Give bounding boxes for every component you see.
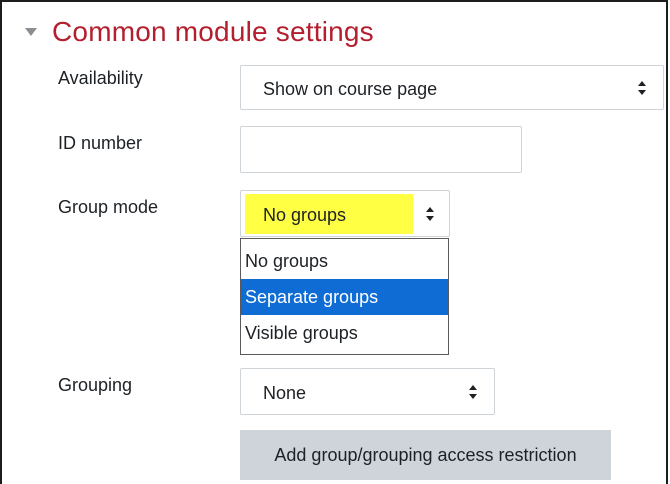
group-mode-label: Group mode: [58, 197, 159, 217]
id-number-input[interactable]: [240, 126, 522, 173]
group-mode-option-no-groups[interactable]: No groups: [241, 243, 448, 279]
add-restriction-button[interactable]: Add group/grouping access restriction: [240, 430, 611, 480]
select-arrows-icon: [637, 80, 647, 96]
select-arrows-icon: [468, 384, 478, 400]
section-title: Common module settings: [52, 16, 374, 47]
select-arrows-icon: [425, 206, 435, 222]
group-mode-select[interactable]: No groups: [240, 190, 450, 237]
group-mode-select-value: No groups: [263, 204, 347, 225]
caret-down-icon[interactable]: [22, 23, 40, 41]
section-header-toggle[interactable]: Common module settings: [22, 12, 374, 52]
availability-label: Availability: [58, 68, 143, 88]
grouping-select-value: None: [263, 382, 307, 403]
group-mode-dropdown-list[interactable]: No groups Separate groups Visible groups: [240, 238, 449, 355]
group-mode-option-separate-groups[interactable]: Separate groups: [241, 279, 448, 315]
grouping-select[interactable]: None: [240, 368, 495, 415]
availability-select-value: Show on course page: [263, 78, 438, 99]
grouping-label: Grouping: [58, 375, 133, 395]
id-number-label: ID number: [58, 133, 143, 153]
group-mode-option-visible-groups[interactable]: Visible groups: [241, 315, 448, 351]
availability-select[interactable]: Show on course page: [240, 65, 664, 110]
